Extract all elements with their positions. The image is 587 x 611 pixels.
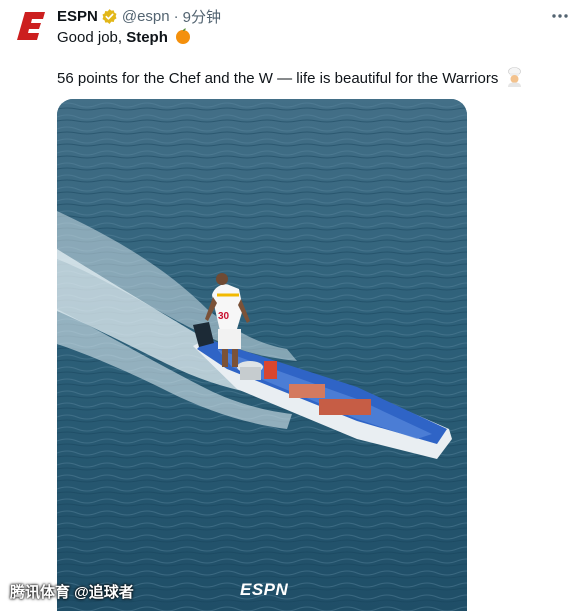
author-name[interactable]: ESPN (57, 8, 98, 25)
orange-emoji-icon (176, 28, 191, 44)
watermark: 腾讯体育 @追球者 (10, 584, 134, 601)
tweet-text-line2: 56 points for the Chef and the W — life … (57, 67, 524, 89)
boat-photo: 30 ESPN (57, 99, 467, 611)
espn-logo-icon (17, 12, 45, 40)
tweet-header: ESPN @espn · 9分钟 (57, 6, 221, 26)
jersey-number: 30 (218, 311, 230, 322)
avatar[interactable] (14, 8, 50, 44)
tweet-text-line1: Good job, Steph (57, 27, 192, 48)
tweet-media-image[interactable]: 30 ESPN (57, 99, 467, 611)
verified-badge-icon (101, 8, 118, 25)
more-options-icon[interactable] (549, 6, 571, 26)
author-handle[interactable]: @espn (122, 8, 170, 25)
text-prefix: Good job, (57, 29, 127, 46)
header-separator: · (173, 7, 179, 25)
espn-photo-logo: ESPN (240, 580, 289, 599)
tweet: ESPN @espn · 9分钟 Good job, Steph 56 poin… (0, 0, 587, 611)
text-line2: 56 points for the Chef and the W — life … (57, 70, 499, 87)
chef-emoji-icon (507, 67, 521, 87)
mention-steph: Steph (126, 29, 168, 46)
timestamp[interactable]: 9分钟 (183, 6, 221, 27)
